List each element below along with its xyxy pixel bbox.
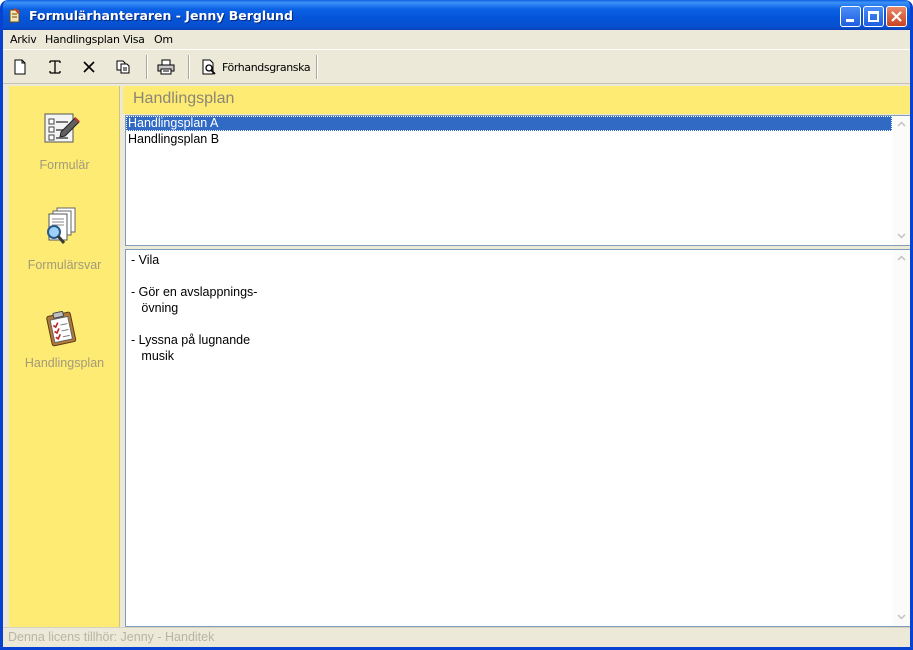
close-button[interactable] <box>886 6 907 27</box>
plan-list[interactable]: Handlingsplan A Handlingsplan B <box>125 115 910 246</box>
title-bar[interactable]: Formulärhanteraren - Jenny Berglund <box>3 0 910 30</box>
minimize-icon <box>846 19 854 22</box>
sidebar-label-handlingsplan: Handlingsplan <box>24 356 105 370</box>
copy-icon <box>116 60 130 74</box>
main-content: Handlingsplan Handlingsplan A Handlingsp… <box>123 86 910 627</box>
text-cursor-icon <box>49 60 61 74</box>
print-preview-icon <box>202 59 216 75</box>
print-button[interactable] <box>153 55 177 79</box>
printer-icon <box>157 59 175 75</box>
new-document-icon <box>14 59 26 75</box>
chevron-up-icon <box>897 255 906 261</box>
clipboard-checklist-icon <box>46 310 77 347</box>
rename-button[interactable] <box>43 55 67 79</box>
menu-visa[interactable]: Visa <box>123 33 145 46</box>
window-title: Formulärhanteraren - Jenny Berglund <box>29 8 293 23</box>
close-icon <box>891 11 902 22</box>
maximize-button[interactable] <box>863 6 884 27</box>
preview-button[interactable]: Förhandsgranska <box>197 55 315 79</box>
menu-bar: Arkiv Handlingsplan Visa Om <box>3 30 910 49</box>
status-bar: Denna licens tillhör: Jenny - Handitek <box>3 627 910 647</box>
sidebar-item-formularsvar[interactable]: Formulärsvar <box>9 206 120 276</box>
list-item[interactable]: Handlingsplan A <box>126 116 892 131</box>
chevron-down-icon <box>897 614 906 620</box>
sidebar-item-formular[interactable]: Formulär <box>9 108 120 178</box>
copy-button[interactable] <box>111 55 135 79</box>
app-icon <box>9 8 20 23</box>
plan-list-scrollbar[interactable] <box>893 116 910 245</box>
toolbar-separator <box>146 55 148 79</box>
new-button[interactable] <box>8 55 32 79</box>
scroll-up-button[interactable] <box>894 251 909 266</box>
plan-details-scrollbar[interactable] <box>893 250 910 626</box>
sidebar: Formulär Formulärsvar Handlingsplan <box>9 86 120 627</box>
toolbar-separator <box>316 55 318 79</box>
toolbar-separator <box>188 55 190 79</box>
app-window: Formulärhanteraren - Jenny Berglund Arki… <box>0 0 913 650</box>
magnifier-document-icon <box>47 207 76 244</box>
minimize-button[interactable] <box>840 6 861 27</box>
sidebar-item-handlingsplan[interactable]: Handlingsplan <box>9 308 120 378</box>
section-title: Handlingsplan <box>133 90 235 107</box>
list-item[interactable]: Handlingsplan B <box>126 132 892 147</box>
section-header: Handlingsplan <box>123 86 910 114</box>
sidebar-label-formularsvar: Formulärsvar <box>27 258 102 272</box>
plan-details-text[interactable]: - Vila - Gör en avslappnings- övning - L… <box>131 252 891 364</box>
delete-button[interactable] <box>77 55 101 79</box>
scroll-down-button[interactable] <box>894 229 909 244</box>
license-status: Denna licens tillhör: Jenny - Handitek <box>8 630 215 644</box>
chevron-down-icon <box>897 233 906 239</box>
preview-label: Förhandsgranska <box>222 61 311 74</box>
plan-details-textarea[interactable]: - Vila - Gör en avslappnings- övning - L… <box>125 249 910 627</box>
maximize-icon <box>868 11 879 22</box>
toolbar: Förhandsgranska <box>3 49 910 84</box>
delete-x-icon <box>83 61 95 73</box>
scroll-up-button[interactable] <box>894 117 909 132</box>
menu-arkiv[interactable]: Arkiv <box>10 33 37 46</box>
menu-handlingsplan[interactable]: Handlingsplan <box>45 33 120 46</box>
form-checklist-icon <box>44 113 80 143</box>
sidebar-label-formular: Formulär <box>39 158 90 172</box>
chevron-up-icon <box>897 121 906 127</box>
scroll-down-button[interactable] <box>894 610 909 625</box>
menu-om[interactable]: Om <box>154 33 173 46</box>
